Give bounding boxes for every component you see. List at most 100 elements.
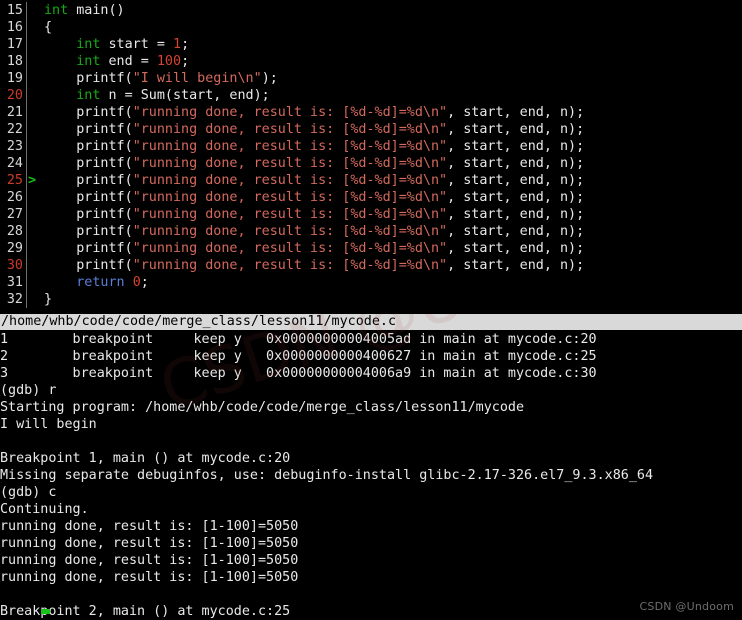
file-path-bar: /home/whb/code/code/merge_class/lesson11… — [0, 314, 742, 330]
code-text: } — [38, 291, 52, 308]
code-text: printf("running done, result is: [%d-%d]… — [38, 104, 584, 121]
console-line: Starting program: /home/whb/code/code/me… — [0, 400, 525, 415]
code-line: 32} — [0, 291, 742, 308]
line-number-breakpoint: 20 — [6, 88, 23, 103]
code-line: 24 printf("running done, result is: [%d-… — [0, 155, 742, 172]
console-line: 2 breakpoint keep y 0x0000000000400627 i… — [0, 349, 597, 364]
code-text: printf("running done, result is: [%d-%d]… — [38, 172, 584, 189]
source-code-pane[interactable]: 15 int main() 16{17 int start = 1; 18 int e… — [0, 0, 742, 314]
code-text: printf("running done, result is: [%d-%d]… — [38, 189, 584, 206]
terminal-window: CSDN @Undoom 15int main()16{17 int start… — [0, 0, 742, 620]
line-number: 23 — [6, 139, 23, 154]
gutter-cell — [26, 206, 38, 223]
token-str: "running done, result is: [%d-%d]=%d\n" — [132, 258, 448, 273]
token-plain: printf( — [44, 241, 133, 256]
gutter-cell — [26, 223, 38, 240]
token-plain: start = — [100, 37, 173, 52]
gutter-cell — [26, 2, 38, 19]
token-num: 1 — [173, 37, 182, 52]
gdb-console-pane[interactable]: 1 breakpoint keep y 0x00000000004005ad i… — [0, 330, 742, 620]
code-text: { — [38, 19, 52, 36]
token-str: "running done, result is: [%d-%d]=%d\n" — [132, 224, 448, 239]
gutter-cell — [26, 104, 38, 121]
token-plain: printf( — [44, 173, 133, 188]
token-plain: , start, end, n); — [447, 105, 585, 120]
token-plain: ); — [261, 71, 278, 86]
text-cursor — [41, 609, 50, 614]
token-kw2: return — [76, 275, 125, 290]
token-plain: ; — [181, 37, 190, 52]
code-text: printf("running done, result is: [%d-%d]… — [38, 155, 584, 172]
gutter-cell — [26, 53, 38, 70]
token-plain: , start, end, n); — [447, 122, 585, 137]
code-line: 30 printf("running done, result is: [%d-… — [0, 257, 742, 274]
token-str: "running done, result is: [%d-%d]=%d\n" — [132, 156, 448, 171]
token-plain: printf( — [44, 71, 133, 86]
console-line: (gdb) r — [0, 383, 57, 398]
code-line: 17 int start = 1; — [0, 36, 742, 53]
code-line: 23 printf("running done, result is: [%d-… — [0, 138, 742, 155]
token-plain: printf( — [44, 258, 133, 273]
code-text: printf("running done, result is: [%d-%d]… — [38, 138, 584, 155]
gutter-cell — [26, 70, 38, 87]
token-str: "running done, result is: [%d-%d]=%d\n" — [132, 139, 448, 154]
code-text: printf("I will begin\n"); — [38, 70, 278, 87]
token-plain: , start, end, n); — [447, 173, 585, 188]
token-num: 100 — [156, 54, 182, 69]
token-str: "running done, result is: [%d-%d]=%d\n" — [132, 122, 448, 137]
code-line: 18 int end = 100; — [0, 53, 742, 70]
line-number: 27 — [6, 207, 23, 222]
code-line: 27 printf("running done, result is: [%d-… — [0, 206, 742, 223]
token-str: "running done, result is: [%d-%d]=%d\n" — [132, 105, 448, 120]
token-plain: , start, end, n); — [447, 190, 585, 205]
line-number-breakpoint: 25 — [6, 173, 23, 188]
token-plain: n = Sum(start, end); — [100, 88, 270, 103]
gutter-cell — [26, 19, 38, 36]
token-kw: int — [76, 88, 101, 103]
code-text: printf("running done, result is: [%d-%d]… — [38, 223, 584, 240]
token-str: "I will begin\n" — [132, 71, 262, 86]
gutter-cell — [26, 291, 38, 308]
code-line: 15 int main() — [0, 2, 742, 19]
line-number: 22 — [6, 122, 23, 137]
code-text: printf("running done, result is: [%d-%d]… — [38, 257, 584, 274]
token-plain: printf( — [44, 139, 133, 154]
token-str: "running done, result is: [%d-%d]=%d\n" — [132, 241, 448, 256]
token-str: "running done, result is: [%d-%d]=%d\n" — [132, 207, 448, 222]
gutter-cell — [26, 240, 38, 257]
line-number-breakpoint: 30 — [6, 258, 23, 273]
token-kw: int — [76, 37, 101, 52]
line-number: 21 — [6, 105, 23, 120]
token-plain: , start, end, n); — [447, 258, 585, 273]
token-plain: end = — [100, 54, 157, 69]
code-line: 20 int n = Sum(start, end); — [0, 87, 742, 104]
console-line: I will begin — [0, 417, 97, 432]
console-line: Missing separate debuginfos, use: debugi… — [0, 468, 654, 483]
code-text: printf("running done, result is: [%d-%d]… — [38, 240, 584, 257]
gutter-cell — [26, 121, 38, 138]
current-line-arrow-icon: > — [26, 172, 38, 189]
token-kw: int — [44, 3, 69, 18]
token-plain: { — [44, 20, 53, 35]
code-line: 31 return 0; — [0, 274, 742, 291]
arrow-glyph: > — [28, 173, 36, 188]
gutter-cell — [26, 274, 38, 291]
line-number: 18 — [6, 54, 23, 69]
token-plain: , start, end, n); — [447, 207, 585, 222]
token-plain: printf( — [44, 156, 133, 171]
line-number: 32 — [6, 292, 23, 307]
console-line: running done, result is: [1-100]=5050 — [0, 570, 299, 585]
token-str: "running done, result is: [%d-%d]=%d\n" — [132, 173, 448, 188]
code-line: 29 printf("running done, result is: [%d-… — [0, 240, 742, 257]
line-number: 15 — [6, 3, 23, 18]
code-text: return 0; — [38, 274, 149, 291]
gutter-cell — [26, 138, 38, 155]
line-number: 28 — [6, 224, 23, 239]
console-line: Breakpoint 2, main () at mycode.c:25 — [0, 604, 291, 619]
console-line: running done, result is: [1-100]=5050 — [0, 519, 299, 534]
token-kw: int — [76, 54, 101, 69]
